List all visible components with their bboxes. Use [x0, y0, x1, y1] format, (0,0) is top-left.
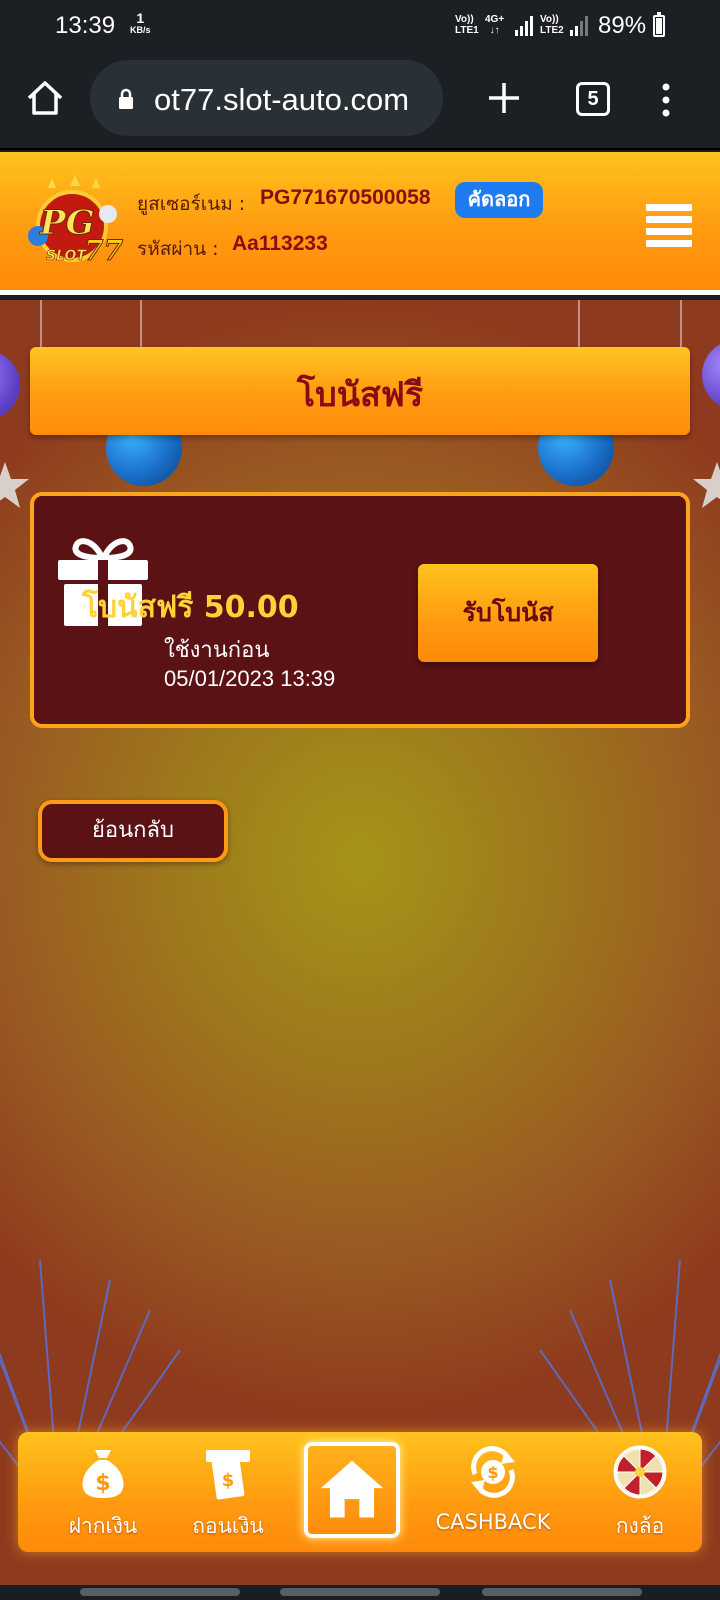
money-bag-icon: $: [82, 1450, 124, 1498]
nav-deposit-label: ฝากเงิน: [68, 1514, 138, 1538]
decoration-ball: [702, 340, 720, 410]
sim1-lte-label: LTE1: [455, 25, 479, 36]
system-gesture-area: [0, 1585, 720, 1600]
gesture-pill: [280, 1588, 440, 1596]
sim1-volte-label: Vo)): [455, 14, 474, 25]
battery-percent: 89%: [598, 12, 647, 39]
svg-text:77: 77: [84, 234, 123, 267]
bottom-nav: $ ฝากเงิน $ ถอนเงิน $ CASHBACK กงล้อ: [18, 1432, 702, 1552]
data-arrows-icon: ↓↑: [489, 25, 500, 36]
decoration-ball: [0, 350, 20, 420]
gesture-pill: [80, 1588, 240, 1596]
bonus-card: โบนัสฟรี 50.00 ใช้งานก่อน 05/01/2023 13:…: [30, 492, 690, 728]
use-before-label: ใช้งานก่อน: [164, 638, 270, 663]
nav-cashback-label: CASHBACK: [435, 1510, 551, 1534]
sim1-indicator: Vo)) LTE1: [455, 14, 479, 36]
withdraw-cash-icon: $: [206, 1450, 250, 1500]
nav-home-button[interactable]: [304, 1442, 400, 1538]
nav-wheel-label: กงล้อ: [615, 1514, 665, 1538]
page-title-bar: โบนัสฟรี: [30, 347, 690, 435]
status-bar: 13:39 1 KB/s Vo)) LTE1 4G+ ↓↑ Vo)) LTE2 …: [0, 0, 720, 52]
site-header: PG SLOT 77 ยูสเซอร์เนม : PG771670500058 …: [0, 152, 720, 295]
address-bar[interactable]: ot77.slot-auto.com: [90, 60, 443, 136]
gesture-pill: [482, 1588, 642, 1596]
network-speed: 1 KB/s: [130, 10, 151, 36]
username-label: ยูสเซอร์เนม :: [137, 193, 246, 215]
bonus-amount: โบนัสฟรี 50.00: [82, 590, 299, 625]
lock-icon: [119, 88, 133, 109]
network-type-label: 4G+: [485, 14, 505, 25]
wheel-icon: [613, 1445, 667, 1499]
home-icon: [320, 1460, 384, 1518]
svg-text:SLOT: SLOT: [46, 248, 87, 264]
nav-wheel[interactable]: กงล้อ: [580, 1432, 700, 1552]
svg-text:$: $: [222, 1470, 235, 1491]
network-speed-unit: KB/s: [130, 25, 151, 35]
sim2-lte-label: LTE2: [540, 25, 564, 36]
network-type: 4G+ ↓↑: [485, 14, 504, 36]
username-value: PG771670500058: [260, 186, 431, 209]
back-button[interactable]: ย้อนกลับ: [38, 800, 228, 862]
nav-cashback[interactable]: $ CASHBACK: [418, 1432, 568, 1552]
copy-button[interactable]: คัดลอก: [455, 182, 543, 218]
nav-withdraw[interactable]: $ ถอนเงิน: [168, 1432, 288, 1552]
nav-deposit[interactable]: $ ฝากเงิน: [18, 1432, 188, 1552]
svg-text:$: $: [487, 1463, 498, 1482]
home-icon[interactable]: [25, 78, 65, 118]
network-speed-value: 1: [136, 10, 145, 26]
more-vert-icon[interactable]: [656, 80, 676, 120]
bonus-expiry-date: 05/01/2023 13:39: [164, 666, 336, 691]
browser-toolbar: ot77.slot-auto.com 5: [0, 52, 720, 150]
main-content: โบนัสฟรี โบนัสฟรี 50.00 ใช้งานก่อน 05/01…: [0, 300, 720, 1585]
url-text[interactable]: ot77.slot-auto.com: [154, 82, 409, 118]
plus-icon[interactable]: [484, 78, 524, 118]
star-decoration-icon: [693, 462, 720, 508]
sim2-volte-label: Vo)): [540, 14, 559, 25]
signal-icon: [515, 16, 533, 36]
claim-bonus-button[interactable]: รับโบนัส: [418, 564, 598, 662]
tabs-button[interactable]: 5: [576, 82, 610, 116]
svg-text:$: $: [95, 1471, 110, 1496]
nav-withdraw-label: ถอนเงิน: [192, 1514, 264, 1538]
hamburger-menu-icon[interactable]: [646, 204, 692, 248]
page-title: โบนัสฟรี: [296, 375, 424, 415]
star-decoration-icon: [0, 462, 29, 508]
status-time: 13:39: [55, 12, 116, 39]
password-value: Aa113233: [232, 232, 328, 255]
password-label: รหัสผ่าน :: [137, 238, 219, 260]
sim2-indicator: Vo)) LTE2: [540, 14, 564, 36]
signal-icon-2: [570, 16, 588, 36]
battery-icon: [653, 12, 665, 37]
cashback-coin-icon: $: [471, 1446, 515, 1498]
pg-slot77-logo[interactable]: PG SLOT 77: [18, 174, 126, 272]
